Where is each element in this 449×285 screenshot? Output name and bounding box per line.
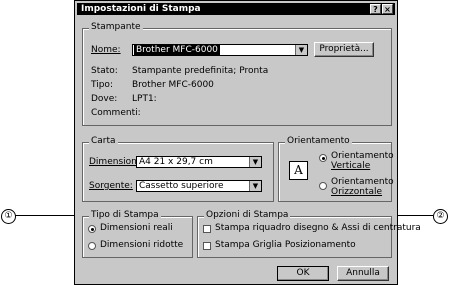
paper-source-value: Cassetto superiore: [139, 181, 224, 191]
tipo-value: Brother MFC-6000: [132, 80, 214, 90]
dimensioni-ridotte-radio[interactable]: [88, 242, 96, 250]
carta-group: Carta Dimensioni: A4 21 x 29,7 cm ▼ Sorg…: [82, 136, 274, 202]
close-button[interactable]: ×: [382, 4, 393, 14]
tipo-stampa-group-label: Tipo di Stampa: [89, 210, 161, 220]
orizzontale-label-line1: Orientamento: [331, 177, 394, 187]
title-bar: Impostazioni di Stampa ? ×: [77, 3, 395, 15]
paper-source-combo[interactable]: Cassetto superiore ▼: [136, 180, 262, 192]
proprieta-button[interactable]: Proprietà...: [314, 42, 374, 57]
griglia-label: Stampa Griglia Posizionamento: [215, 240, 356, 250]
verticale-label-line2: Verticale: [331, 161, 371, 171]
dialog-title: Impostazioni di Stampa: [81, 4, 201, 14]
tipo-stampa-group: Tipo di Stampa Dimensioni reali Dimensio…: [82, 210, 193, 258]
page-orientation-icon: A: [289, 161, 308, 180]
stato-value: Stampante predefinita; Pronta: [132, 66, 269, 76]
help-button[interactable]: ?: [370, 4, 381, 14]
dimensioni-reali-radio[interactable]: [88, 225, 96, 233]
carta-group-label: Carta: [89, 136, 118, 146]
orientamento-group: Orientamento A Orientamento Verticale Or…: [278, 136, 394, 202]
dimensioni-label: Dimensioni:: [89, 157, 143, 167]
orizzontale-label-line2: Orizzontale: [331, 187, 383, 197]
orizzontale-radio[interactable]: [319, 182, 327, 190]
ok-button[interactable]: OK: [277, 266, 329, 281]
printer-name-value: Brother MFC-6000: [134, 45, 220, 55]
chevron-down-icon[interactable]: ▼: [295, 45, 307, 55]
verticale-radio[interactable]: [319, 154, 327, 162]
callout-2: ②: [433, 209, 448, 224]
paper-size-value: A4 21 x 29,7 cm: [139, 157, 213, 167]
opzioni-stampa-group: Opzioni di Stampa Stampa riquadro disegn…: [197, 210, 421, 258]
printer-name-combo[interactable]: Brother MFC-6000 ▼: [132, 44, 308, 56]
opzioni-stampa-group-label: Opzioni di Stampa: [204, 210, 291, 220]
callout-1: ①: [1, 209, 16, 224]
riquadro-checkbox[interactable]: [203, 225, 211, 233]
griglia-checkbox[interactable]: [203, 242, 211, 250]
chevron-down-icon[interactable]: ▼: [249, 181, 261, 191]
dove-value: LPT1:: [132, 94, 157, 104]
print-settings-dialog: Impostazioni di Stampa ? × Stampante Nom…: [74, 0, 421, 285]
verticale-label-line1: Orientamento: [331, 151, 394, 161]
annulla-button[interactable]: Annulla: [337, 266, 389, 281]
paper-size-combo[interactable]: A4 21 x 29,7 cm ▼: [136, 156, 262, 168]
dimensioni-ridotte-label: Dimensioni ridotte: [100, 240, 184, 250]
stampante-group: Stampante Nome: Brother MFC-6000 ▼ Propr…: [82, 22, 392, 126]
dimensioni-reali-label: Dimensioni reali: [100, 223, 173, 233]
commenti-label: Commenti:: [91, 108, 141, 118]
stato-label: Stato:: [91, 66, 118, 76]
dove-label: Dove:: [91, 94, 118, 104]
stampante-group-label: Stampante: [89, 22, 143, 32]
tipo-label: Tipo:: [91, 80, 113, 90]
riquadro-label: Stampa riquadro disegno & Assi di centra…: [215, 223, 421, 233]
nome-label: Nome:: [91, 45, 121, 55]
chevron-down-icon[interactable]: ▼: [249, 157, 261, 167]
orientamento-group-label: Orientamento: [285, 136, 352, 146]
sorgente-label: Sorgente:: [89, 181, 133, 191]
